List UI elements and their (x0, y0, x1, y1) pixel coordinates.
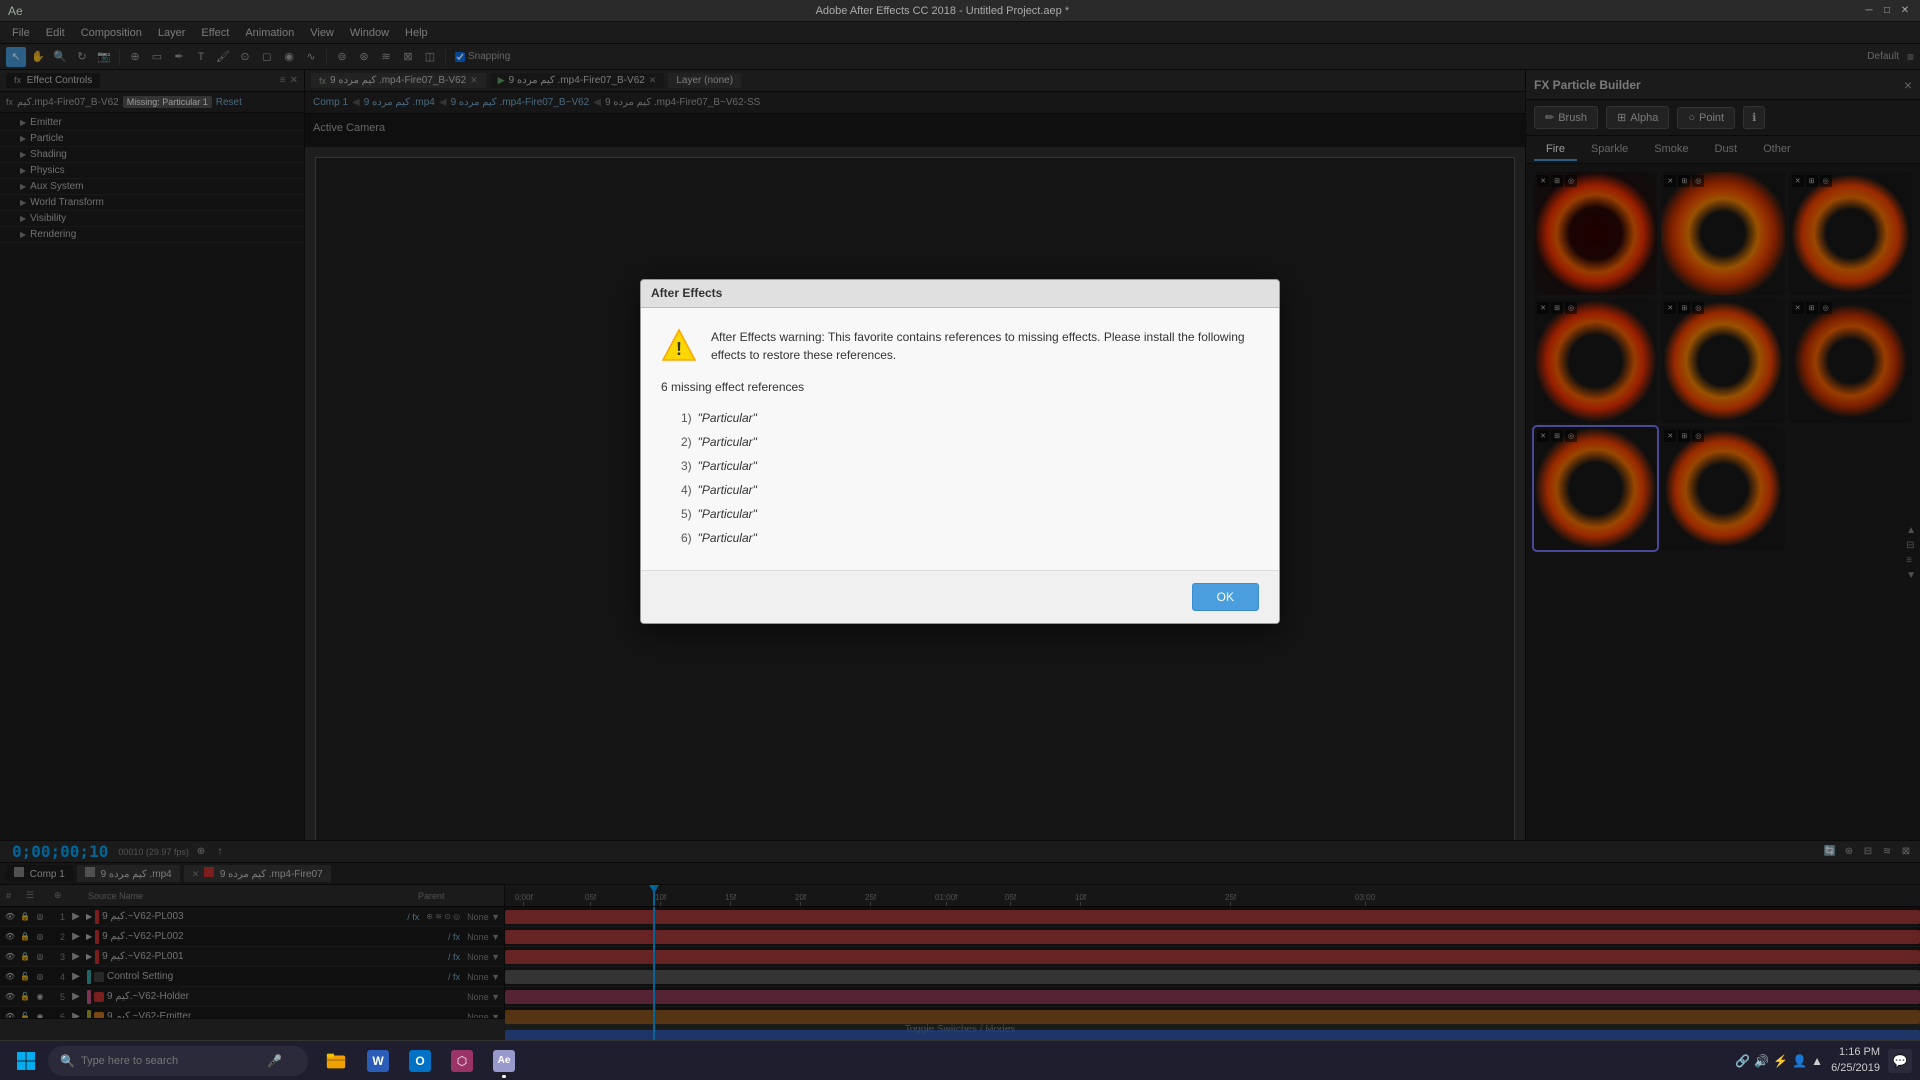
people-icon[interactable]: 👤 (1792, 1054, 1807, 1068)
windows-logo-icon (16, 1051, 36, 1071)
restore-button[interactable]: □ (1880, 4, 1894, 18)
dialog-effect-5: 5) "Particular" (681, 502, 1259, 526)
notification-button[interactable]: 💬 (1888, 1049, 1912, 1073)
dialog-body: ! After Effects warning: This favorite c… (641, 308, 1279, 570)
close-button[interactable]: ✕ (1898, 4, 1912, 18)
taskbar-outlook[interactable]: O (400, 1042, 440, 1080)
mic-icon[interactable]: 🎤 (267, 1054, 282, 1068)
start-button[interactable] (8, 1043, 44, 1079)
app-icon: Ae (8, 4, 23, 18)
dialog-effect-1: 1) "Particular" (681, 406, 1259, 430)
flux-icon: ⬡ (451, 1050, 473, 1072)
dialog-message: After Effects warning: This favorite con… (711, 328, 1259, 364)
dialog-effect-4: 4) "Particular" (681, 478, 1259, 502)
up-arrow-icon[interactable]: ▲ (1811, 1054, 1823, 1068)
clock-date: 6/25/2019 (1831, 1061, 1880, 1076)
system-tray-icons: 🔗 🔊 ⚡ 👤 ▲ (1735, 1054, 1823, 1068)
dialog-title-bar: After Effects (641, 280, 1279, 308)
taskbar-flux[interactable]: ⬡ (442, 1042, 482, 1080)
dialog-effect-3: 3) "Particular" (681, 454, 1259, 478)
dialog-footer: OK (641, 570, 1279, 623)
taskbar: 🔍 🎤 W O ⬡ Ae 🔗 🔊 ⚡ 👤 ▲ (0, 1040, 1920, 1080)
taskbar-app-icons: W O ⬡ Ae (316, 1042, 524, 1080)
taskbar-word[interactable]: W (358, 1042, 398, 1080)
warning-icon: ! (661, 328, 697, 364)
warning-triangle-svg: ! (661, 328, 697, 364)
battery-icon[interactable]: ⚡ (1773, 1054, 1788, 1068)
search-input[interactable] (81, 1055, 261, 1067)
search-icon: 🔍 (60, 1054, 75, 1068)
dialog-warning-row: ! After Effects warning: This favorite c… (661, 328, 1259, 364)
network-icon[interactable]: 🔗 (1735, 1054, 1750, 1068)
svg-text:!: ! (676, 339, 682, 359)
file-explorer-icon (325, 1050, 347, 1072)
outlook-icon: O (409, 1050, 431, 1072)
notification-icon: 💬 (1893, 1054, 1908, 1068)
dialog-ok-button[interactable]: OK (1192, 583, 1259, 611)
after-effects-icon: Ae (493, 1050, 515, 1072)
taskbar-search[interactable]: 🔍 🎤 (48, 1046, 308, 1076)
dialog-effect-list: 1) "Particular" 2) "Particular" 3) "Part… (681, 406, 1259, 550)
taskbar-right: 🔗 🔊 ⚡ 👤 ▲ 1:16 PM 6/25/2019 💬 (1735, 1045, 1912, 1076)
dialog-title: After Effects (651, 286, 722, 300)
minimize-button[interactable]: ─ (1862, 4, 1876, 18)
dialog-overlay[interactable]: After Effects ! After Effects warning: T… (0, 22, 1920, 1040)
ae-dialog: After Effects ! After Effects warning: T… (640, 279, 1280, 624)
system-clock[interactable]: 1:16 PM 6/25/2019 (1831, 1045, 1880, 1076)
volume-icon[interactable]: 🔊 (1754, 1054, 1769, 1068)
word-icon: W (367, 1050, 389, 1072)
taskbar-after-effects[interactable]: Ae (484, 1042, 524, 1080)
dialog-effect-2: 2) "Particular" (681, 430, 1259, 454)
dialog-missing-count: 6 missing effect references (661, 380, 1259, 394)
window-controls: ─ □ ✕ (1862, 4, 1912, 18)
taskbar-file-explorer[interactable] (316, 1042, 356, 1080)
app-title: Adobe After Effects CC 2018 - Untitled P… (23, 5, 1862, 17)
dialog-effect-6: 6) "Particular" (681, 526, 1259, 550)
title-bar: Ae Adobe After Effects CC 2018 - Untitle… (0, 0, 1920, 22)
clock-time: 1:16 PM (1831, 1045, 1880, 1060)
